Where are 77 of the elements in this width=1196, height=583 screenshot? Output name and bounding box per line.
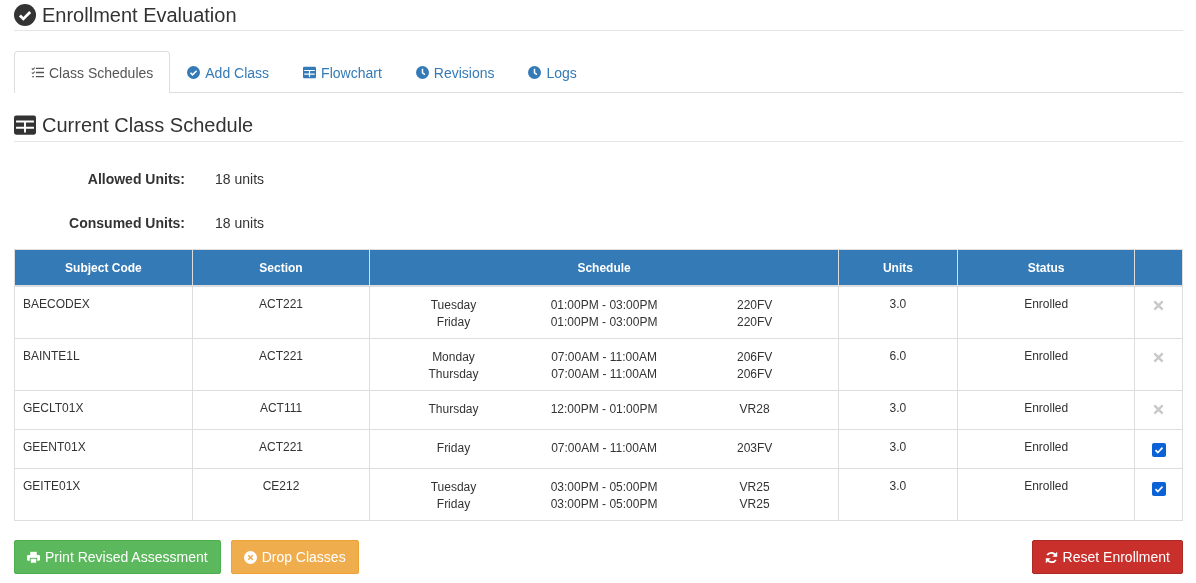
- field-value: 18 units: [215, 215, 266, 231]
- room-text: 220FV: [735, 297, 774, 314]
- close-icon[interactable]: [1153, 352, 1165, 363]
- table-cell: Enrolled: [957, 390, 1135, 430]
- field-value: 18 units: [215, 171, 266, 187]
- room-text: VR25: [738, 479, 771, 496]
- table-cell: BAECODEX: [14, 286, 193, 339]
- table-cell: 3.0: [838, 468, 958, 521]
- field-label: Consumed Units:: [68, 215, 185, 231]
- time-text: 12:00PM - 01:00PM: [549, 401, 659, 418]
- table-cell: GEITE01X: [14, 468, 193, 521]
- tab[interactable]: Add Class: [170, 51, 287, 93]
- time-text: 07:00AM - 11:00AM: [550, 349, 658, 366]
- day-text: Monday: [431, 349, 476, 366]
- time-text: 01:00PM - 03:00PM: [549, 314, 659, 331]
- column-header: Schedule: [369, 249, 839, 286]
- table-cell: ACT111: [192, 390, 370, 430]
- room-text: 206FV: [735, 349, 774, 366]
- clock-icon: [528, 66, 542, 79]
- column-header: Section: [192, 249, 370, 286]
- check-circle-icon: [14, 4, 36, 26]
- column-header: Units: [838, 249, 958, 286]
- day-text: Tuesday: [429, 297, 478, 314]
- room-text: VR25: [738, 496, 771, 513]
- time-text: 07:00AM - 11:00AM: [550, 366, 658, 383]
- table-cell: BAINTE1L: [14, 338, 193, 391]
- table-cell: GEENT01X: [14, 429, 193, 469]
- checklist-icon: [31, 66, 44, 79]
- tab[interactable]: Logs: [511, 51, 594, 93]
- table-cell: Enrolled: [957, 286, 1135, 339]
- table-cell: CE212: [192, 468, 370, 521]
- field-label: Allowed Units:: [86, 171, 185, 187]
- day-text: Friday: [435, 496, 472, 513]
- day-text: Friday: [435, 440, 472, 457]
- tab[interactable]: Flowchart: [286, 51, 399, 93]
- table-cell: ACT221: [192, 429, 370, 469]
- table-cell: 3.0: [838, 390, 958, 430]
- check-circle-icon: [187, 66, 201, 79]
- room-text: 203FV: [735, 440, 774, 457]
- column-header: Status: [957, 249, 1135, 286]
- table-cell: Enrolled: [957, 338, 1135, 391]
- room-text: 206FV: [735, 366, 774, 383]
- print-button[interactable]: Print Revised Assessment: [14, 540, 221, 574]
- table-cell: Enrolled: [957, 468, 1135, 521]
- table-icon: [14, 114, 36, 136]
- checkbox[interactable]: [1151, 482, 1166, 496]
- close-icon[interactable]: [1153, 404, 1165, 415]
- table-cell: ACT221: [192, 286, 370, 339]
- refresh-icon: [1044, 550, 1058, 564]
- tab[interactable]: Class Schedules: [14, 51, 171, 93]
- table-cell: ACT221: [192, 338, 370, 391]
- column-header: Subject Code: [14, 249, 193, 286]
- page-title: Enrollment Evaluation: [42, 3, 237, 27]
- table-cell: 6.0: [838, 338, 958, 391]
- reset-button[interactable]: Reset Enrollment: [1031, 540, 1183, 574]
- day-text: Thursday: [427, 401, 480, 418]
- time-text: 01:00PM - 03:00PM: [549, 297, 659, 314]
- room-text: VR28: [738, 401, 771, 418]
- table-cell: Enrolled: [957, 429, 1135, 469]
- close-icon[interactable]: [1153, 300, 1165, 311]
- table-cell: GECLT01X: [14, 390, 193, 430]
- section-title: Current Class Schedule: [42, 113, 254, 137]
- room-text: 220FV: [735, 314, 774, 331]
- table-cell: 3.0: [838, 429, 958, 469]
- table-cell: 3.0: [838, 286, 958, 339]
- table-icon: [303, 66, 317, 79]
- time-text: 07:00AM - 11:00AM: [550, 440, 658, 457]
- clock-icon: [415, 66, 429, 79]
- day-text: Thursday: [427, 366, 480, 383]
- time-text: 03:00PM - 05:00PM: [549, 496, 659, 513]
- day-text: Tuesday: [429, 479, 478, 496]
- day-text: Friday: [435, 314, 472, 331]
- close-circle-icon: [243, 550, 257, 564]
- checkbox[interactable]: [1151, 443, 1166, 457]
- printer-icon: [27, 550, 40, 564]
- time-text: 03:00PM - 05:00PM: [549, 479, 659, 496]
- tab[interactable]: Revisions: [398, 51, 512, 93]
